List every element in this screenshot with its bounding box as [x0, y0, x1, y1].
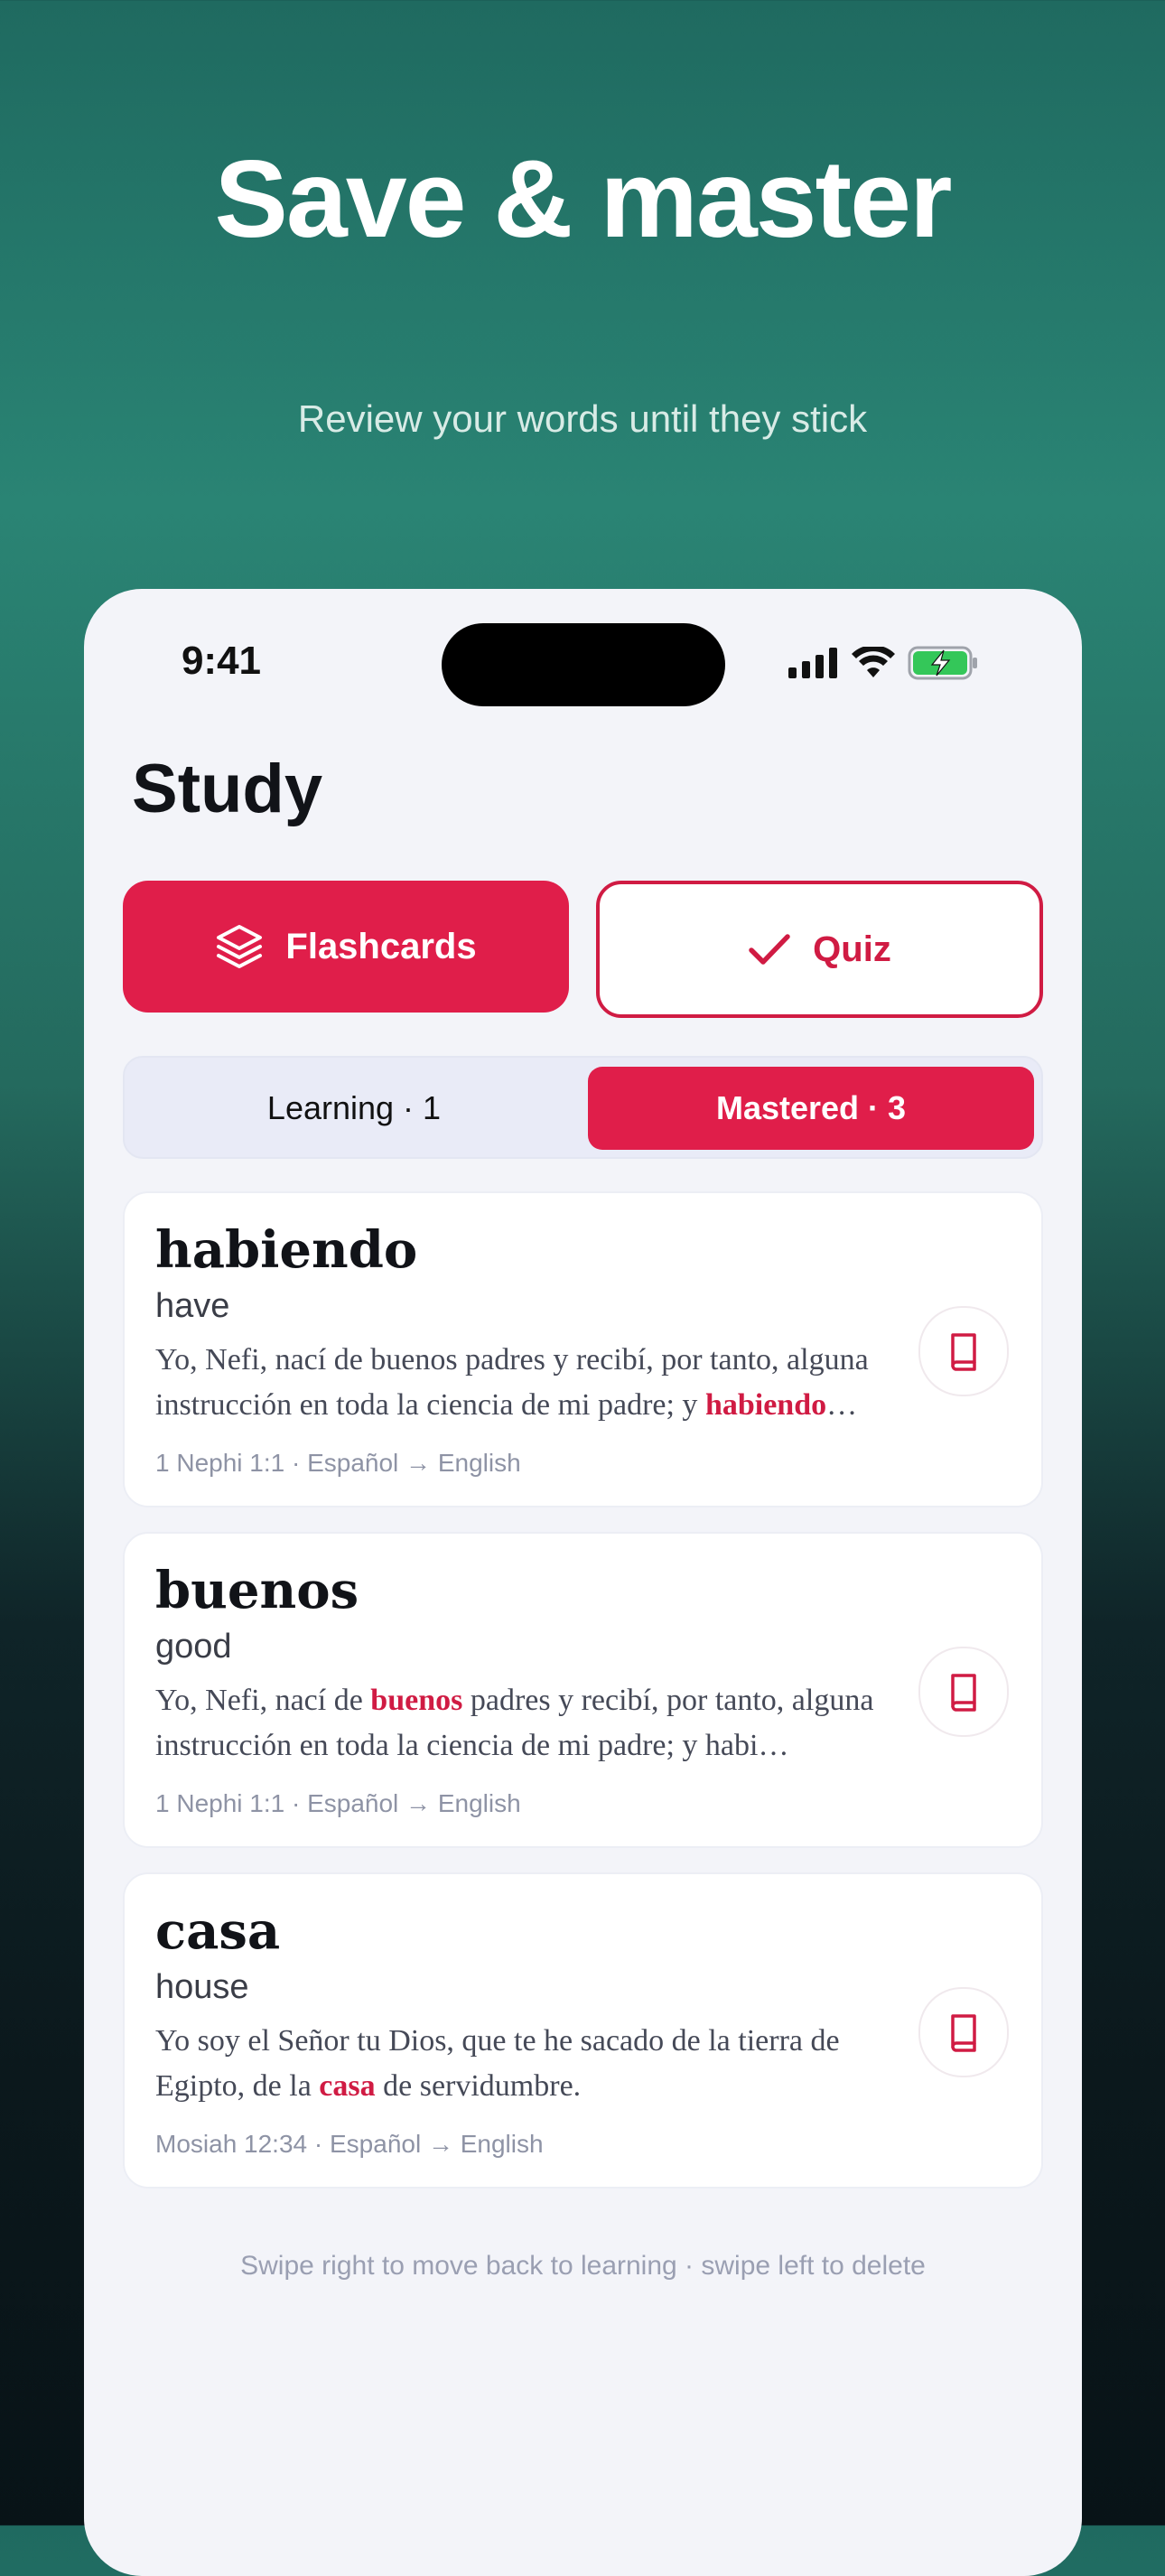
open-verse-button[interactable] [918, 1647, 1009, 1737]
flashcards-button[interactable]: Flashcards [123, 881, 569, 1013]
card-meta: 1 Nephi 1:1 · Español → English [155, 1789, 521, 1817]
hero-subtitle: Review your words until they stick [297, 397, 868, 440]
segment-learning[interactable]: Learning · 1 [134, 1067, 574, 1150]
card-meta: 1 Nephi 1:1 · Español → English [155, 1449, 521, 1477]
card-example: Yo soy el Señor tu Dios, que te he sacad… [155, 2019, 914, 2109]
example-highlight: casa [319, 2069, 376, 2103]
example-highlight: habiendo [704, 1388, 827, 1422]
page-title: Study [132, 751, 323, 827]
status-time: 9:41 [181, 639, 262, 683]
checkmark-icon [749, 934, 790, 965]
card-example: Yo, Nefi, nací de buenos padres y recibí… [155, 1338, 914, 1428]
card-word: habiendo [155, 1220, 418, 1280]
phone-screen: 9:41 Study Flashcards Quiz Learning · 1 … [84, 589, 1082, 2576]
battery-charging-icon [908, 646, 977, 680]
segment-mastered[interactable]: Mastered · 3 [588, 1067, 1034, 1150]
card-example: Yo, Nefi, nací de buenos padres y recibí… [155, 1678, 914, 1769]
example-text: de servidumbre. [375, 2069, 582, 2103]
book-icon [951, 1674, 976, 1712]
dynamic-island [442, 623, 725, 706]
signal-icon [788, 648, 837, 678]
card-word: casa [155, 1901, 281, 1961]
status-icons [788, 645, 980, 681]
hero-title: Save & master [214, 137, 953, 260]
flashcards-label: Flashcards [285, 926, 477, 966]
example-highlight: buenos [370, 1684, 463, 1717]
layers-icon [217, 925, 263, 968]
word-card[interactable]: casa house Yo soy el Señor tu Dios, que … [123, 1872, 1043, 2189]
card-word: buenos [155, 1561, 359, 1620]
quiz-button[interactable]: Quiz [596, 881, 1043, 1018]
quiz-label: Quiz [813, 929, 891, 969]
card-translation: have [155, 1287, 230, 1325]
card-meta: Mosiah 12:34 · Español → English [155, 2130, 544, 2158]
card-translation: house [155, 1968, 249, 2006]
example-text: … [826, 1388, 858, 1422]
book-icon [951, 1333, 976, 1371]
swipe-hint: Swipe right to move back to learning · s… [240, 2251, 926, 2281]
segmented-control: Learning · 1 Mastered · 3 [123, 1056, 1043, 1159]
card-translation: good [155, 1628, 232, 1666]
word-card[interactable]: habiendo have Yo, Nefi, nací de buenos p… [123, 1191, 1043, 1507]
word-card[interactable]: buenos good Yo, Nefi, nací de buenos pad… [123, 1532, 1043, 1848]
open-verse-button[interactable] [918, 1987, 1009, 2077]
example-text: Yo, Nefi, nací de [155, 1684, 371, 1717]
open-verse-button[interactable] [918, 1306, 1009, 1396]
book-icon [951, 2014, 976, 2052]
wifi-icon [852, 647, 895, 677]
